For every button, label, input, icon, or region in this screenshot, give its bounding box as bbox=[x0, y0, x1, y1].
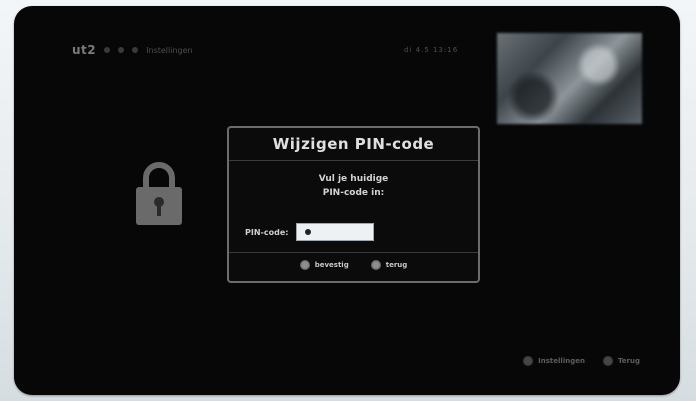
input-cursor-icon bbox=[305, 229, 312, 235]
change-pin-dialog: Wijzigen PIN-code Vul je huidige PIN-cod… bbox=[227, 126, 480, 283]
breadcrumb: Instellingen bbox=[146, 45, 193, 55]
pin-label: PIN-code: bbox=[245, 227, 289, 237]
confirm-label: bevestig bbox=[314, 261, 349, 269]
nav-dot-icon bbox=[132, 47, 139, 53]
remote-button-icon bbox=[299, 260, 310, 270]
top-bar: ut2 Instellingen bbox=[72, 42, 193, 58]
dialog-title: Wijzigen PIN-code bbox=[229, 128, 478, 161]
tv-screen: ut2 Instellingen di 4.5 13:16 Wijzigen P… bbox=[14, 6, 680, 395]
dialog-message-line: PIN-code in: bbox=[322, 188, 385, 198]
footer-exit-button[interactable]: Terug bbox=[602, 356, 640, 366]
footer-info-label: Instellingen bbox=[538, 357, 585, 365]
lock-icon bbox=[136, 162, 182, 225]
dialog-message: Vul je huidige PIN-code in: bbox=[229, 172, 478, 200]
remote-button-icon bbox=[602, 356, 613, 366]
remote-button-icon bbox=[370, 260, 381, 270]
live-tv-preview bbox=[497, 33, 642, 124]
footer-hints: Instellingen Terug bbox=[523, 356, 640, 366]
dialog-message-line: Vul je huidige bbox=[318, 174, 389, 184]
divider bbox=[229, 252, 478, 253]
footer-exit-label: Terug bbox=[617, 357, 640, 365]
remote-button-icon bbox=[523, 356, 534, 366]
pin-input[interactable] bbox=[296, 223, 375, 241]
nav-dot-icon bbox=[104, 47, 111, 53]
dialog-actions: bevestig terug bbox=[229, 260, 478, 270]
clock: di 4.5 13:16 bbox=[404, 46, 459, 54]
channel-logo: ut2 bbox=[72, 43, 97, 57]
back-label: terug bbox=[385, 261, 408, 269]
pin-row: PIN-code: bbox=[245, 223, 375, 241]
nav-dot-icon bbox=[118, 47, 125, 53]
footer-info-button[interactable]: Instellingen bbox=[523, 356, 585, 366]
back-button[interactable]: terug bbox=[370, 260, 408, 270]
confirm-button[interactable]: bevestig bbox=[299, 260, 349, 270]
